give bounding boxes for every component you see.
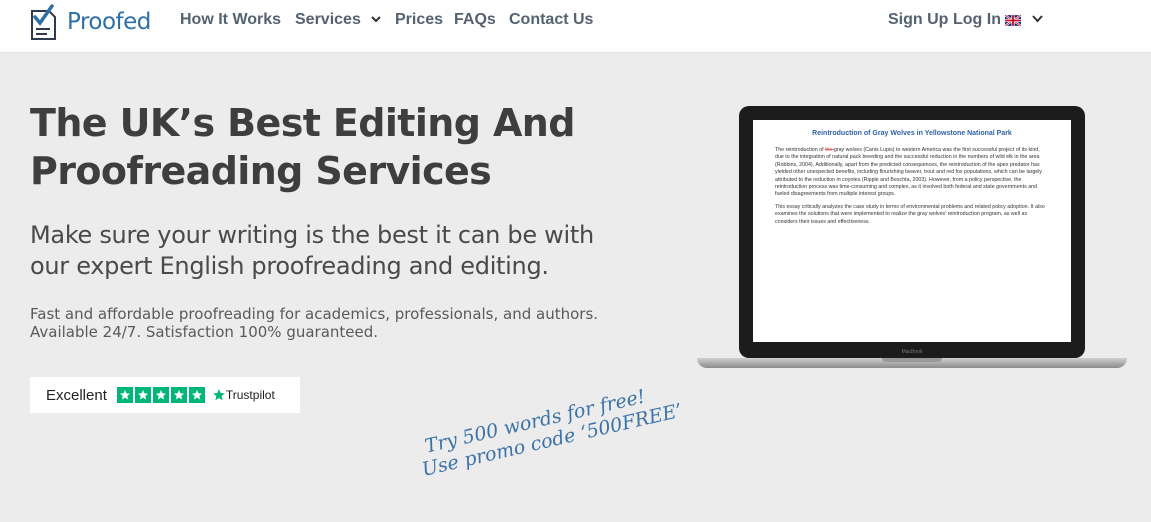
nav-prices[interactable]: Prices — [395, 11, 443, 29]
nav-services-label: Services — [295, 11, 361, 28]
subheadline: Make sure your writing is the best it ca… — [30, 220, 650, 282]
laptop-brand-label: MacBook — [901, 349, 923, 355]
sign-up-link[interactable]: Sign Up — [888, 11, 948, 29]
star-icon — [170, 387, 187, 403]
nav-faqs[interactable]: FAQs — [454, 11, 496, 29]
trustpilot-logo: Trustpilot — [212, 388, 275, 402]
description-line-2: Available 24/7. Satisfaction 100% guaran… — [30, 323, 379, 341]
laptop-screen: Reintroduction of Gray Wolves in Yellows… — [753, 120, 1071, 342]
language-chevron-icon[interactable] — [1032, 15, 1043, 23]
deleted-text: the — [825, 147, 834, 153]
laptop-screen-frame: Reintroduction of Gray Wolves in Yellows… — [739, 106, 1085, 358]
nav-services[interactable]: Services — [295, 11, 382, 29]
document-paragraph-1: The reintroduction of the gray wolves (C… — [753, 147, 1071, 199]
page-title: The UK’s Best Editing And Proofreading S… — [30, 99, 650, 195]
nav-contact-us[interactable]: Contact Us — [509, 11, 593, 29]
site-header: Proofed How It Works Services Prices FAQ… — [0, 0, 1151, 53]
document-paragraph-1-body: gray wolves (Canis Lupis) to western Ame… — [775, 147, 1043, 198]
headline-line-1: The UK’s Best Editing And — [30, 101, 575, 145]
logo-text: Proofed — [67, 9, 151, 35]
trustpilot-star-icon — [213, 389, 225, 401]
trustpilot-stars — [116, 387, 205, 403]
headline-line-2: Proofreading Services — [30, 149, 492, 193]
description-line-1: Fast and affordable proofreading for aca… — [30, 305, 599, 323]
promo-text: Try 500 words for free! Use promo code ‘… — [415, 371, 717, 480]
document-paragraph-2: This essay critically analyzes the case … — [775, 203, 1045, 225]
chevron-down-icon — [371, 16, 382, 23]
star-icon — [152, 387, 169, 403]
log-in-link[interactable]: Log In — [953, 11, 1001, 29]
document-paragraph-1-prefix: The reintroduction of — [775, 147, 826, 153]
trustpilot-widget[interactable]: Excellent Trustpilot — [30, 377, 300, 413]
subheadline-line-2: our expert English proofreading and edit… — [30, 252, 549, 280]
trustpilot-brand-text: Trustpilot — [225, 388, 275, 402]
star-icon — [188, 387, 205, 403]
star-icon — [134, 387, 151, 403]
logo[interactable]: Proofed — [29, 3, 151, 41]
subheadline-line-1: Make sure your writing is the best it ca… — [30, 221, 594, 249]
hero-description: Fast and affordable proofreading for aca… — [30, 305, 650, 341]
star-icon — [116, 387, 133, 403]
nav-how-it-works[interactable]: How It Works — [180, 11, 281, 29]
trustpilot-rating-label: Excellent — [46, 386, 107, 404]
laptop-base-notch — [882, 358, 942, 362]
document-title: Reintroduction of Gray Wolves in Yellows… — [812, 130, 1012, 137]
uk-flag-icon[interactable] — [1005, 15, 1021, 26]
document-check-icon — [31, 4, 56, 40]
